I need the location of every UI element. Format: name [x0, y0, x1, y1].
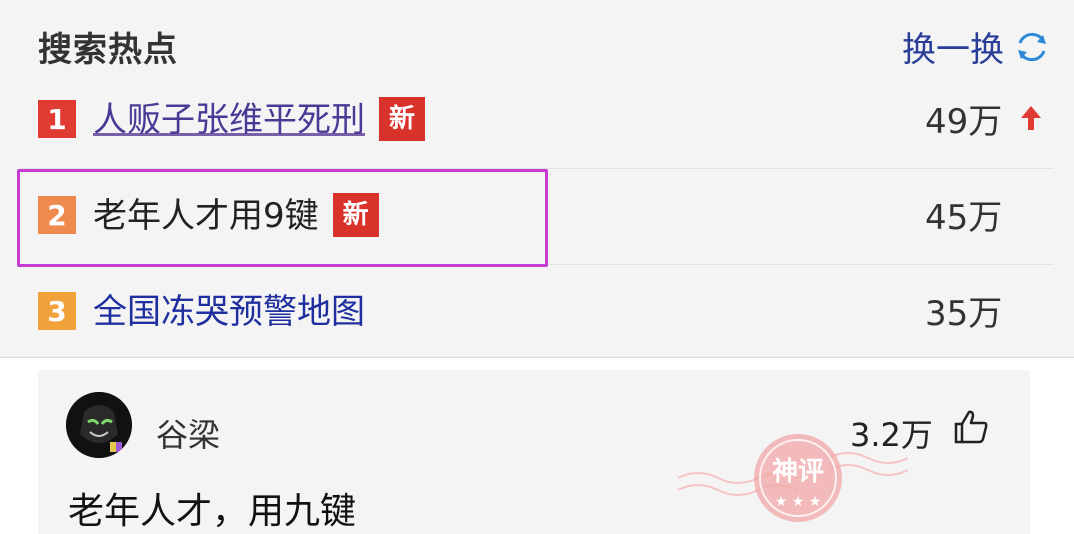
refresh-icon	[1018, 32, 1046, 61]
hot-item-3[interactable]: 3 全国冻哭预警地图 35万	[0, 266, 1074, 358]
refresh-label: 换一换	[902, 30, 1004, 70]
highlight-box	[17, 169, 548, 267]
hot-item-title[interactable]: 人贩子张维平死刑新	[93, 92, 425, 144]
panel-title: 搜索热点	[38, 30, 178, 70]
hot-search-panel: 搜索热点 换一换 1 人贩子张维平死刑新 49万 2 老年人才用9键新 45万 …	[0, 0, 1074, 358]
trend-up-icon	[1021, 106, 1041, 130]
comment-username[interactable]: 谷梁	[156, 410, 220, 456]
hot-item-count: 49万	[925, 102, 1003, 142]
rank-badge-1: 1	[38, 100, 76, 138]
comment-text: 老年人才，用九键	[68, 491, 357, 532]
refresh-button[interactable]: 换一换	[902, 22, 1052, 71]
avatar[interactable]	[66, 392, 132, 458]
comment-card: 谷梁 3.2万 老年人才，用九键 神评 ★ ★ ★	[38, 370, 1030, 534]
new-badge: 新	[379, 96, 425, 141]
thumbs-up-icon[interactable]	[952, 408, 990, 446]
stamp: 神评 ★ ★ ★	[678, 434, 908, 522]
hot-item-1[interactable]: 1 人贩子张维平死刑新 49万	[0, 74, 1074, 166]
avatar-image	[66, 392, 132, 458]
hot-item-count: 35万	[925, 294, 1003, 334]
hot-item-title-text: 全国冻哭预警地图	[93, 292, 365, 332]
hot-item-title[interactable]: 全国冻哭预警地图	[93, 284, 365, 333]
hot-item-count: 45万	[925, 198, 1003, 238]
rank-badge-3: 3	[38, 292, 76, 330]
svg-text:★ ★ ★: ★ ★ ★	[775, 494, 822, 510]
stamp-text: 神评	[772, 457, 824, 487]
hot-item-title-text: 人贩子张维平死刑	[93, 100, 365, 140]
